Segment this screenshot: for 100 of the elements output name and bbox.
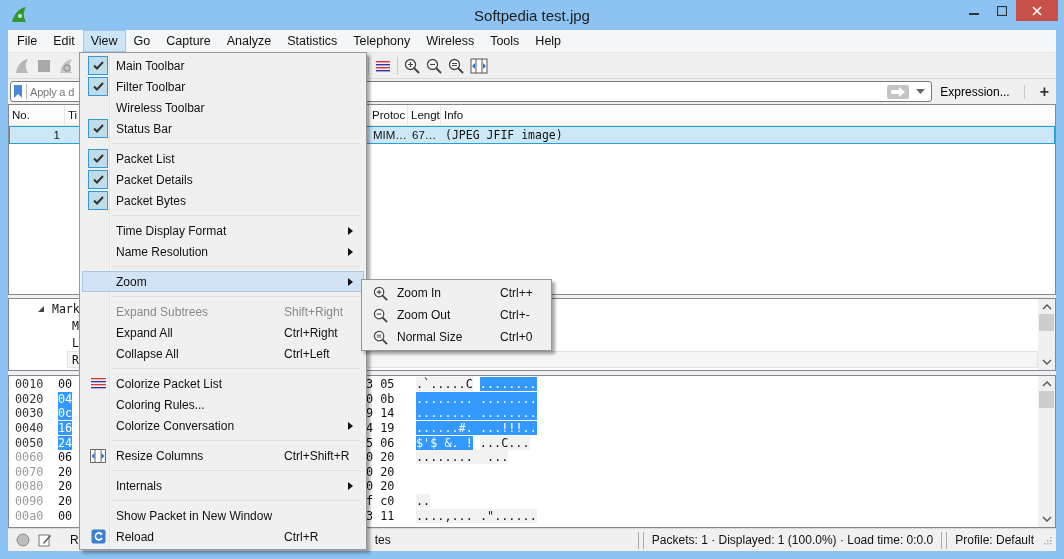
hex-bytes: 3 11 — [366, 508, 396, 523]
scroll-up-icon[interactable] — [1041, 381, 1052, 387]
scroll-thumb[interactable] — [1039, 391, 1054, 408]
menu-item[interactable]: Zoom Out Ctrl+- — [364, 304, 549, 326]
scroll-down-icon[interactable] — [1041, 359, 1052, 365]
menu-item[interactable]: Zoom — [82, 271, 364, 292]
menu-bar-item[interactable]: Statistics — [279, 30, 346, 52]
check-icon — [92, 82, 104, 91]
ascii-text: $'$ &. ! — [416, 435, 473, 450]
zoom-in-icon[interactable] — [404, 57, 420, 74]
menu-bar-item[interactable]: Wireless — [418, 30, 483, 52]
offset: 0080 — [14, 479, 45, 494]
menu-item[interactable]: Show Packet in New Window — [82, 505, 364, 526]
menu-item[interactable]: Packet Details — [82, 169, 364, 190]
hex-bytes: 3 05 — [366, 377, 396, 392]
checkbox[interactable] — [88, 170, 108, 189]
menu-item[interactable]: Resize Columns Ctrl+Shift+R — [82, 445, 364, 466]
menu-bar-item[interactable]: View — [82, 30, 126, 52]
ascii-text: ......#. ...!!!.. — [416, 421, 537, 436]
offset: 0070 — [14, 464, 45, 479]
menu-bar-item[interactable]: Tools — [482, 30, 528, 52]
menu-bar-item[interactable]: Edit — [45, 30, 83, 52]
ascii-text: .. — [416, 494, 431, 509]
menu-bar-item[interactable]: Analyze — [218, 30, 280, 52]
menu-bar-item[interactable]: File — [9, 30, 46, 52]
hex-bytes: 4 19 — [366, 421, 396, 436]
menu-item[interactable]: Expand All Ctrl+Right — [82, 322, 364, 343]
offset: 0030 — [14, 406, 45, 421]
size-grip-icon[interactable] — [1042, 535, 1052, 545]
status-text: tes — [374, 533, 391, 547]
menu-item[interactable]: Packet List — [82, 148, 364, 169]
ascii-text: ........ ........ — [416, 391, 537, 406]
tree-item[interactable]: M — [72, 318, 79, 333]
checkbox[interactable] — [88, 119, 108, 138]
menu-bar-item[interactable]: Capture — [158, 30, 219, 52]
packet-count-text: Packets: 1 · Displayed: 1 (100.0%) · Load time: 0:0.0 — [651, 533, 934, 547]
column-header[interactable]: Info — [441, 105, 1055, 125]
submenu-arrow-icon — [348, 481, 353, 490]
tree-item[interactable]: R — [72, 352, 79, 367]
add-filter-button[interactable]: + — [1034, 82, 1054, 101]
column-header[interactable]: No. — [9, 105, 65, 125]
hex-byte: 20 — [58, 479, 73, 494]
status-text: R — [70, 533, 79, 547]
expression-button[interactable]: Expression... — [936, 84, 1014, 99]
menu-item[interactable]: Main Toolbar — [82, 55, 364, 76]
submenu-arrow-icon — [348, 421, 353, 430]
offset: 0060 — [14, 450, 45, 465]
offset: 00a0 — [14, 508, 45, 523]
scroll-down-icon[interactable] — [1041, 516, 1052, 522]
zoom-in-icon — [372, 285, 388, 301]
menu-item[interactable]: Packet Bytes — [82, 190, 364, 211]
scroll-up-icon[interactable] — [1041, 304, 1052, 310]
checkbox[interactable] — [88, 149, 108, 168]
menu-item[interactable]: Coloring Rules... — [82, 394, 364, 415]
scrollbar[interactable] — [1038, 299, 1055, 370]
menu-bar-item[interactable]: Telephony — [345, 30, 419, 52]
menu-item[interactable]: Reload Ctrl+R — [82, 526, 364, 547]
close-icon — [1032, 5, 1042, 16]
menu-item[interactable]: Colorize Conversation — [82, 415, 364, 436]
hex-bytes: f c0 — [366, 494, 396, 509]
scroll-thumb[interactable] — [1039, 314, 1054, 331]
menu-item[interactable]: Name Resolution — [82, 241, 364, 262]
bookmark-icon[interactable] — [13, 84, 23, 99]
reload-icon — [90, 529, 106, 544]
hex-byte: 0c — [58, 406, 73, 421]
menu-item[interactable]: Internals — [82, 475, 364, 496]
resize-columns-icon — [90, 448, 106, 463]
column-header[interactable]: Lengt — [408, 105, 441, 125]
resize-columns-icon[interactable] — [470, 57, 488, 74]
window-title: Softpedia test.jpg — [473, 6, 591, 24]
restart-icon[interactable] — [58, 57, 74, 74]
check-icon — [92, 196, 104, 205]
hex-bytes: 0 20 — [366, 464, 396, 479]
edit-icon[interactable] — [38, 533, 52, 547]
menu-bar-item[interactable]: Go — [125, 30, 159, 52]
zoom-reset-icon — [372, 329, 388, 345]
checkbox[interactable] — [88, 77, 108, 96]
scrollbar[interactable] — [1038, 376, 1055, 527]
menu-item[interactable]: Zoom In Ctrl++ — [364, 282, 549, 304]
checkbox[interactable] — [88, 191, 108, 210]
menu-bar-item[interactable]: Help — [527, 30, 570, 52]
menu-item[interactable]: Time Display Format — [82, 220, 364, 241]
status-circle-icon[interactable] — [16, 533, 30, 547]
zoom-out-icon[interactable] — [426, 57, 442, 74]
tree-item[interactable]: L — [72, 335, 79, 350]
hex-bytes: 0 0b — [366, 391, 396, 406]
table-cell-text: 1 — [52, 129, 61, 141]
profile-text[interactable]: Profile: Default — [955, 533, 1034, 547]
ascii-text: ........ ... — [416, 450, 509, 465]
zoom-reset-icon[interactable] — [448, 57, 464, 74]
caret-icon[interactable] — [916, 89, 926, 94]
hex-byte: 20 — [58, 464, 73, 479]
tree-item[interactable]: Mark — [52, 301, 80, 316]
column-header[interactable]: Protoc — [369, 105, 408, 125]
menu-item[interactable]: Normal Size Ctrl+0 — [364, 326, 549, 348]
hex-bytes: 5 06 — [366, 435, 396, 450]
ascii-text: ....,... ."...... — [416, 508, 537, 523]
checkbox[interactable] — [88, 56, 108, 75]
menu-item[interactable]: Colorize Packet List — [82, 373, 364, 394]
expand-arrow-icon[interactable] — [37, 304, 45, 313]
